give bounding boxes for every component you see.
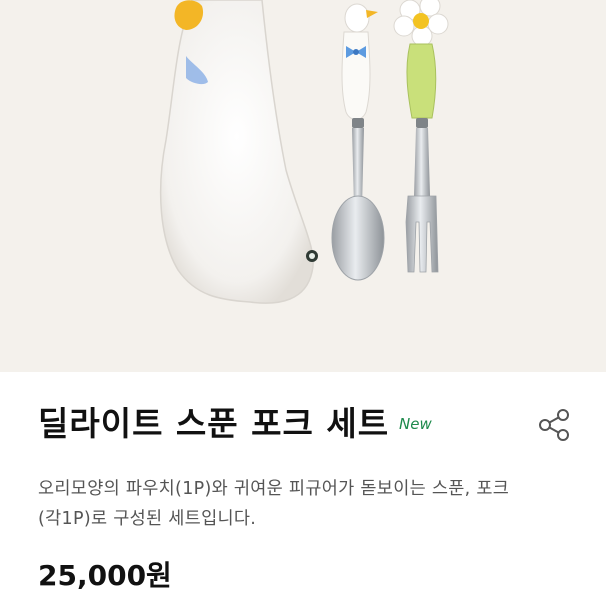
duck-spoon: [331, 3, 385, 281]
product-price: 25,000원: [38, 559, 172, 592]
description-line: (각1P)로 구성된 세트입니다.: [38, 509, 257, 529]
share-icon: [539, 409, 569, 441]
share-button[interactable]: [535, 406, 573, 444]
product-image: [0, 0, 606, 372]
product-title: 딜라이트 스푼 포크 세트: [38, 404, 390, 443]
new-badge: New: [399, 415, 432, 433]
duck-pouch: [159, 0, 318, 304]
product-photo: [159, 0, 449, 304]
flower-fork: [393, 0, 449, 273]
description-line: 오리모양의 파우치(1P)와 귀여운 피규어가 돋보이는 스푼, 포크: [38, 479, 510, 499]
product-description: 오리모양의 파우치(1P)와 귀여운 피규어가 돋보이는 스푼, 포크 (각1P…: [38, 474, 578, 534]
